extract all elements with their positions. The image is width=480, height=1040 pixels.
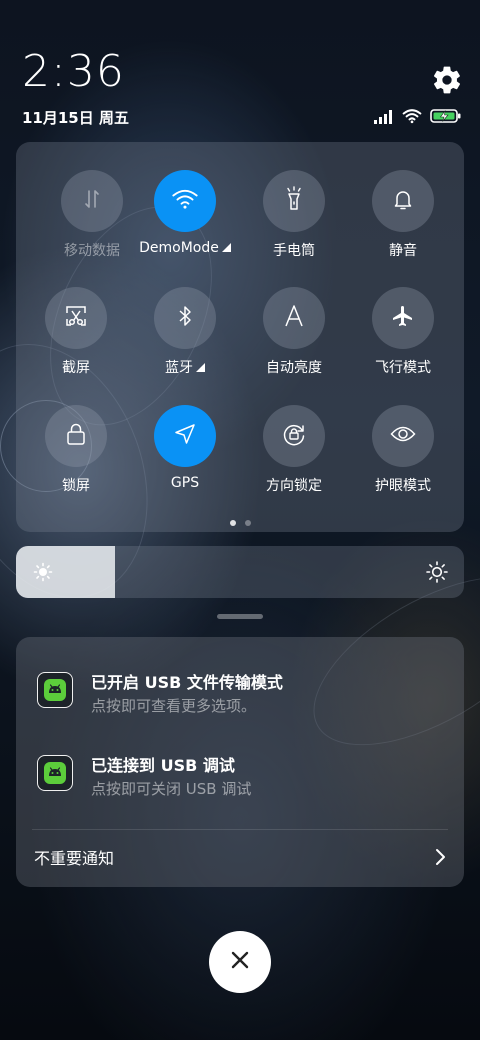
tile-label: 护眼模式: [375, 478, 431, 494]
tile-eye-protection-button[interactable]: [372, 405, 434, 467]
tile-label: 飞行模式: [375, 360, 431, 376]
tile-auto-brightness-button[interactable]: [263, 287, 325, 349]
eye-icon: [390, 424, 416, 448]
tile-eye-protection[interactable]: 护眼模式: [348, 405, 458, 495]
flashlight-icon: [282, 186, 306, 216]
notification-title: 已开启 USB 文件传输模式: [91, 673, 283, 692]
page-dot-active: [229, 520, 236, 526]
tile-label: 方向锁定: [266, 478, 322, 494]
notification-item[interactable]: 已开启 USB 文件传输模式 点按即可查看更多选项。: [36, 669, 446, 719]
notification-subtitle: 点按即可查看更多选项。: [91, 697, 257, 715]
tile-screenshot[interactable]: 截屏: [21, 287, 131, 377]
tile-airplane-button[interactable]: [372, 287, 434, 349]
tile-flashlight[interactable]: 手电筒: [239, 170, 349, 260]
location-arrow-icon: [173, 422, 197, 450]
tile-mute[interactable]: 静音: [348, 170, 458, 260]
chevron-right-icon: [434, 848, 446, 870]
android-app-icon: [37, 672, 73, 708]
notification-subtitle: 点按即可关闭 USB 调试: [91, 780, 252, 798]
tile-bluetooth[interactable]: 蓝牙: [130, 287, 240, 377]
tile-gps-button[interactable]: [154, 405, 216, 467]
tile-rotation-lock[interactable]: 方向锁定: [239, 405, 349, 495]
tile-wifi[interactable]: DemoMode: [130, 170, 240, 256]
clear-all-button[interactable]: [209, 931, 271, 993]
wifi-icon: [171, 188, 199, 214]
tile-label-row[interactable]: 蓝牙: [130, 357, 240, 377]
brightness-level-fill: [16, 546, 115, 598]
tile-lock-screen[interactable]: 锁屏: [21, 405, 131, 495]
tile-label: 手电筒: [273, 243, 315, 259]
tile-bluetooth-button[interactable]: [154, 287, 216, 349]
auto-brightness-icon: [282, 304, 306, 332]
airplane-icon: [391, 304, 415, 332]
tile-gps[interactable]: GPS: [130, 405, 240, 491]
tile-screenshot-button[interactable]: [45, 287, 107, 349]
tile-label: 截屏: [62, 360, 90, 376]
clock-time[interactable]: 2:36: [22, 46, 125, 97]
tile-mobile-data-button[interactable]: [61, 170, 123, 232]
unimportant-notifications-label: 不重要通知: [34, 849, 115, 868]
dropdown-triangle-icon[interactable]: [221, 243, 231, 252]
quick-settings-panel: 移动数据 DemoMode 手电筒 静音 截屏 蓝牙 自动亮度 飞行模式 锁屏 …: [16, 142, 464, 532]
screenshot-icon: [63, 303, 89, 333]
lock-icon: [65, 422, 87, 450]
mobile-data-icon: [80, 187, 104, 215]
unimportant-notifications-row[interactable]: 不重要通知: [34, 845, 448, 875]
tile-wifi-button[interactable]: [154, 170, 216, 232]
tile-airplane[interactable]: 飞行模式: [348, 287, 458, 377]
signal-icon: [374, 109, 394, 128]
tile-label: DemoMode: [139, 240, 219, 256]
notification-panel: 已开启 USB 文件传输模式 点按即可查看更多选项。 已连接到 USB 调试 点…: [16, 637, 464, 887]
page-indicator: [0, 520, 480, 526]
tile-label: 静音: [389, 243, 417, 259]
rotation-lock-icon: [281, 421, 307, 451]
tile-label: 自动亮度: [266, 360, 322, 376]
android-app-icon: [37, 755, 73, 791]
wifi-icon: [402, 108, 422, 128]
tile-flashlight-button[interactable]: [263, 170, 325, 232]
tile-label: 蓝牙: [165, 360, 193, 376]
tile-rotation-lock-button[interactable]: [263, 405, 325, 467]
tile-lock-screen-button[interactable]: [45, 405, 107, 467]
tile-mute-button[interactable]: [372, 170, 434, 232]
notification-title: 已连接到 USB 调试: [91, 756, 235, 775]
system-status-icons: [374, 108, 462, 128]
brightness-slider[interactable]: [16, 546, 464, 598]
tile-label: GPS: [170, 475, 200, 491]
tile-auto-brightness[interactable]: 自动亮度: [239, 287, 349, 377]
dropdown-triangle-icon[interactable]: [196, 363, 205, 372]
brightness-low-icon: [33, 562, 53, 586]
gear-icon[interactable]: [431, 64, 463, 96]
battery-charging-icon: [430, 108, 462, 128]
close-icon: [231, 951, 249, 973]
panel-drag-handle[interactable]: [217, 614, 263, 619]
clock-date[interactable]: 11月15日 周五: [22, 107, 129, 128]
tile-label: 锁屏: [62, 478, 90, 494]
brightness-high-icon: [426, 561, 448, 587]
notification-item[interactable]: 已连接到 USB 调试 点按即可关闭 USB 调试: [36, 752, 446, 802]
tile-label-row[interactable]: DemoMode: [130, 240, 240, 256]
divider: [32, 829, 448, 830]
bell-icon: [391, 187, 415, 215]
page-dot: [244, 520, 251, 526]
bluetooth-icon: [174, 304, 196, 332]
